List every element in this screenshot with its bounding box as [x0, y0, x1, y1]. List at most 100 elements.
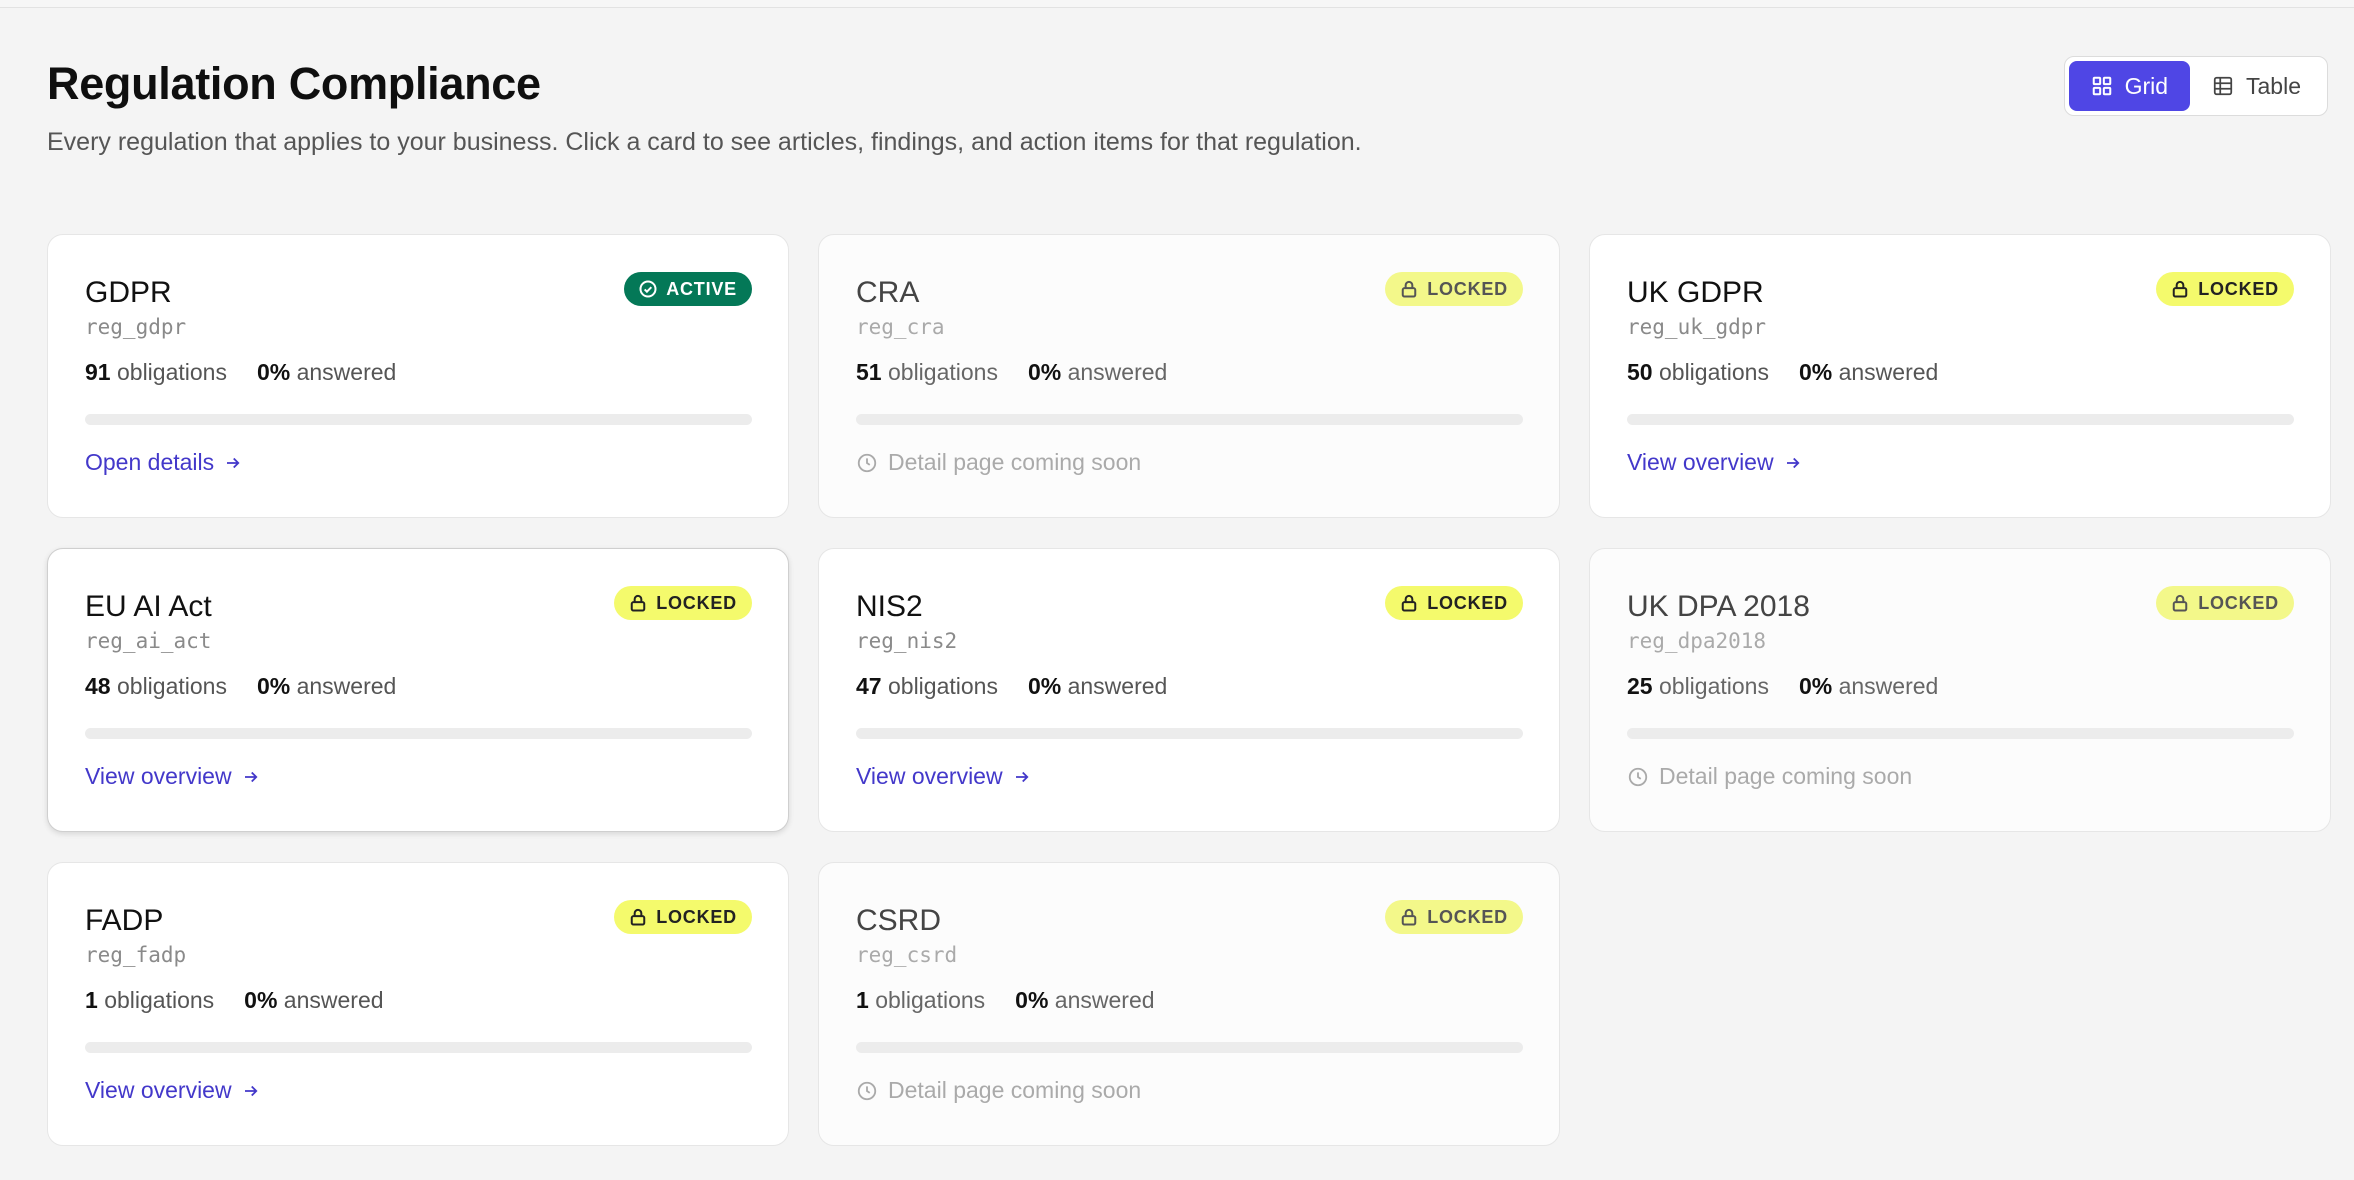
obligations-stat: 51 obligations — [856, 359, 998, 386]
lock-icon — [2170, 279, 2190, 299]
lock-icon — [1399, 279, 1419, 299]
answered-stat: 0% answered — [1799, 359, 1938, 386]
status-badge-label: LOCKED — [1427, 906, 1508, 927]
obligations-stat: 1 obligations — [85, 987, 214, 1014]
obligations-stat: 1 obligations — [856, 987, 985, 1014]
card-code: reg_fadp — [85, 943, 187, 967]
obligations-stat: 48 obligations — [85, 673, 227, 700]
arrow-right-icon — [1013, 768, 1031, 786]
clock-icon — [1627, 766, 1649, 788]
answered-label: answered — [283, 987, 384, 1013]
obligations-stat: 25 obligations — [1627, 673, 1769, 700]
regulation-card[interactable]: FADP reg_fadp LOCKED 1 obligations 0% answer… — [47, 862, 789, 1146]
regulation-card[interactable]: GDPR reg_gdpr ACTIVE 91 obligations 0% answe… — [47, 234, 789, 518]
card-stats: 48 obligations 0% answered — [85, 673, 752, 700]
regulation-card[interactable]: EU AI Act reg_ai_act LOCKED 48 obligations 0… — [47, 548, 789, 832]
obligations-count: 25 — [1627, 673, 1653, 699]
card-code: reg_nis2 — [856, 629, 958, 653]
table-icon — [2213, 76, 2233, 96]
coming-soon-note: Detail page coming soon — [856, 1077, 1523, 1104]
check-circle-icon — [638, 279, 658, 299]
obligations-label: obligations — [104, 987, 215, 1013]
lock-icon — [628, 593, 648, 613]
card-stats: 91 obligations 0% answered — [85, 359, 752, 386]
progress-bar — [1627, 414, 2294, 425]
coming-soon-label: Detail page coming soon — [888, 1077, 1142, 1103]
page-subtitle: Every regulation that applies to your bu… — [47, 128, 1362, 156]
status-badge-label: LOCKED — [656, 906, 737, 927]
answered-percent: 0% — [256, 359, 291, 385]
answered-label: answered — [1054, 987, 1155, 1013]
coming-soon-label: Detail page coming soon — [1659, 763, 1913, 789]
coming-soon-note: Detail page coming soon — [856, 449, 1523, 476]
answered-stat: 0% answered — [1015, 987, 1154, 1014]
card-code: reg_cra — [856, 315, 945, 339]
arrow-right-icon — [1784, 454, 1802, 472]
answered-stat: 0% answered — [1799, 673, 1938, 700]
status-badge: LOCKED — [1385, 900, 1523, 934]
progress-bar — [856, 414, 1523, 425]
answered-stat: 0% answered — [1028, 359, 1167, 386]
status-badge-label: LOCKED — [2198, 592, 2279, 613]
clock-icon — [856, 1080, 878, 1102]
card-stats: 1 obligations 0% answered — [856, 987, 1523, 1014]
regulation-card: CSRD reg_csrd LOCKED 1 obligations 0% answer… — [818, 862, 1560, 1146]
progress-bar — [85, 728, 752, 739]
obligations-stat: 47 obligations — [856, 673, 998, 700]
obligations-label: obligations — [1658, 673, 1769, 699]
obligations-count: 51 — [856, 359, 882, 385]
obligations-label: obligations — [887, 359, 998, 385]
card-code: reg_csrd — [856, 943, 958, 967]
obligations-count: 48 — [85, 673, 111, 699]
card-stats: 50 obligations 0% answered — [1627, 359, 2294, 386]
status-badge: LOCKED — [1385, 586, 1523, 620]
answered-stat: 0% answered — [257, 673, 396, 700]
answered-percent: 0% — [1798, 359, 1833, 385]
card-stats: 25 obligations 0% answered — [1627, 673, 2294, 700]
status-badge-label: LOCKED — [1427, 278, 1508, 299]
card-link[interactable]: View overview — [856, 763, 1031, 790]
card-link[interactable]: View overview — [85, 1077, 260, 1104]
lock-icon — [2170, 593, 2190, 613]
card-code: reg_dpa2018 — [1627, 629, 1767, 653]
lock-icon — [628, 907, 648, 927]
obligations-label: obligations — [1658, 359, 1769, 385]
obligations-stat: 91 obligations — [85, 359, 227, 386]
card-link-label: View overview — [85, 1077, 232, 1103]
answered-label: answered — [1838, 673, 1939, 699]
obligations-count: 1 — [856, 987, 869, 1013]
answered-label: answered — [1838, 359, 1939, 385]
card-link-label: View overview — [856, 763, 1003, 789]
grid-icon — [2092, 76, 2111, 96]
regulation-card[interactable]: NIS2 reg_nis2 LOCKED 47 obligations 0% answe… — [818, 548, 1560, 832]
regulation-card: UK DPA 2018 reg_dpa2018 LOCKED 25 obligatio… — [1589, 548, 2331, 832]
page: Regulation Compliance Every regulation t… — [0, 8, 2354, 1146]
arrow-right-icon — [224, 454, 242, 472]
card-link[interactable]: Open details — [85, 449, 242, 476]
status-badge-label: LOCKED — [2198, 278, 2279, 299]
status-badge: LOCKED — [1385, 272, 1523, 306]
card-code: reg_gdpr — [85, 315, 187, 339]
grid-view-button[interactable]: Grid — [2068, 61, 2191, 111]
answered-label: answered — [296, 359, 397, 385]
coming-soon-note: Detail page coming soon — [1627, 763, 2294, 790]
card-link[interactable]: View overview — [1627, 449, 1802, 476]
answered-label: answered — [1067, 359, 1168, 385]
obligations-count: 50 — [1627, 359, 1653, 385]
top-border — [0, 0, 2354, 8]
obligations-label: obligations — [875, 987, 986, 1013]
arrow-right-icon — [242, 768, 260, 786]
answered-percent: 0% — [244, 987, 278, 1013]
lock-icon — [1399, 593, 1419, 613]
obligations-stat: 50 obligations — [1627, 359, 1769, 386]
table-view-label: Table — [2246, 72, 2301, 99]
regulation-grid: GDPR reg_gdpr ACTIVE 91 obligations 0% answe… — [47, 234, 2331, 1146]
card-stats: 51 obligations 0% answered — [856, 359, 1523, 386]
regulation-card[interactable]: UK GDPR reg_uk_gdpr LOCKED 50 obligations 0%… — [1589, 234, 2331, 518]
card-stats: 47 obligations 0% answered — [856, 673, 1523, 700]
card-link[interactable]: View overview — [85, 763, 260, 790]
arrow-right-icon — [242, 1082, 260, 1100]
obligations-count: 47 — [856, 673, 882, 699]
progress-bar — [1627, 728, 2294, 739]
table-view-button[interactable]: Table — [2190, 61, 2323, 111]
